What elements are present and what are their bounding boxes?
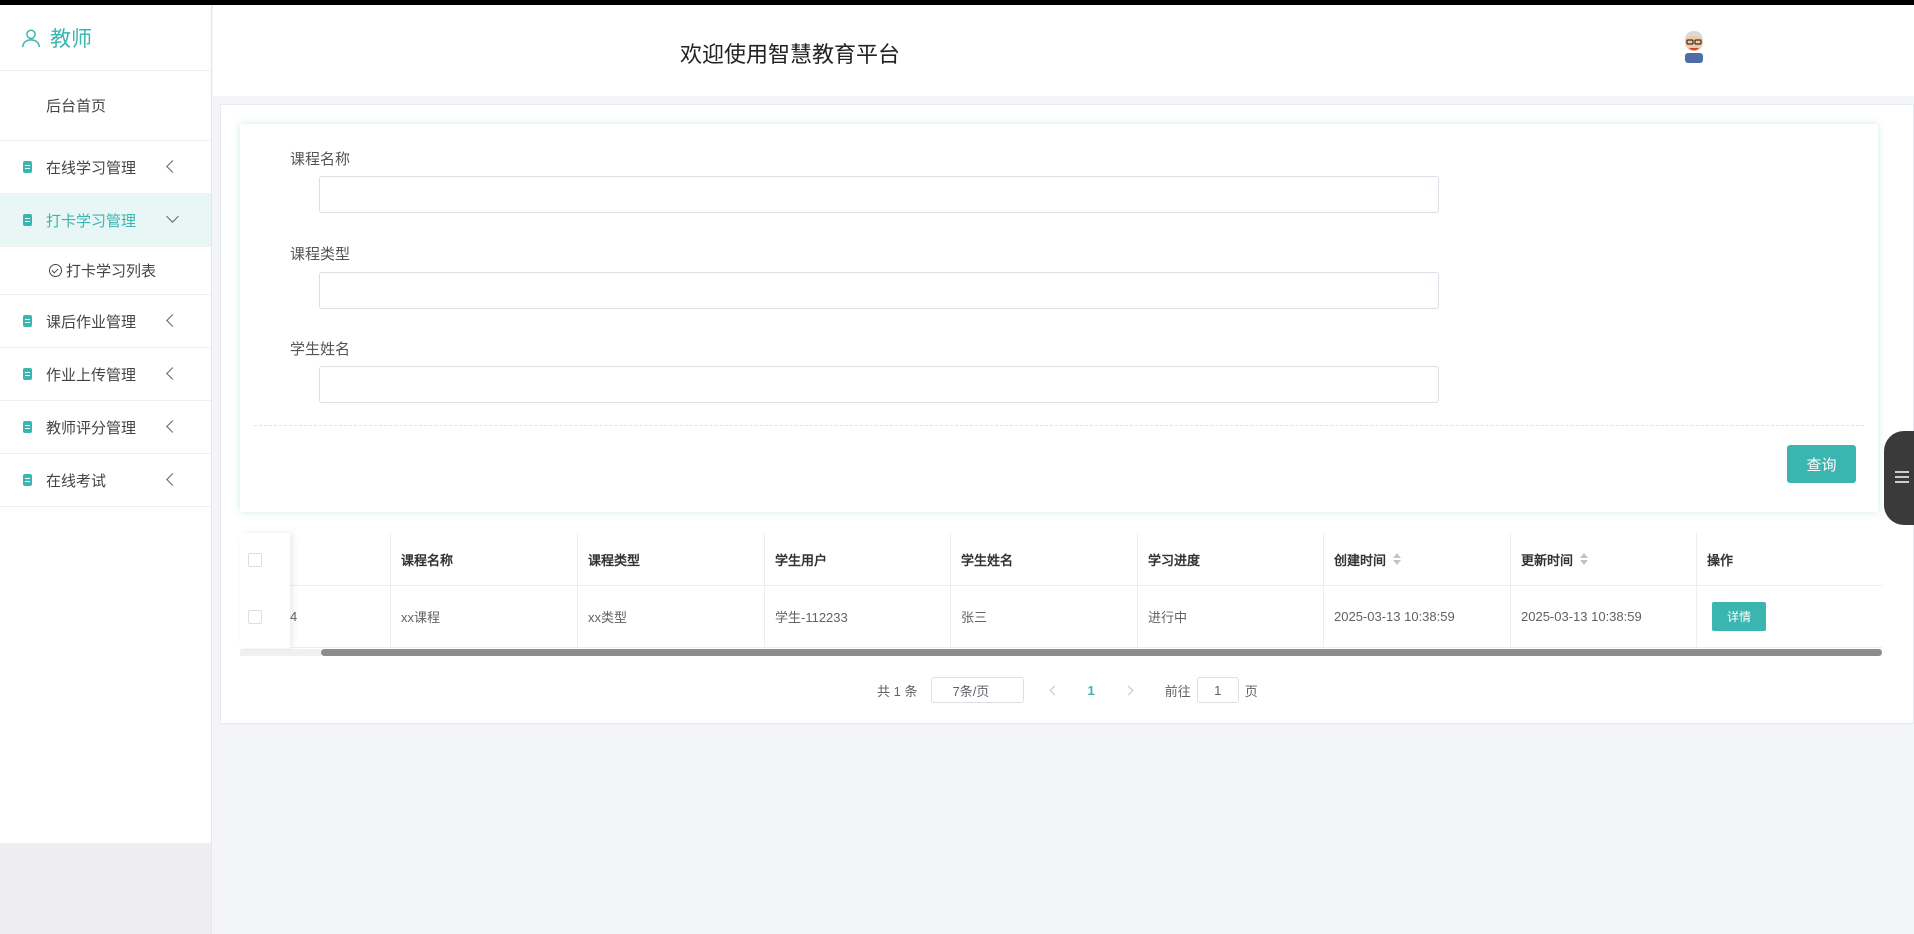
fixed-column-shadow bbox=[240, 533, 290, 648]
goto-page-input[interactable]: 1 bbox=[1196, 677, 1239, 703]
horizontal-scrollbar[interactable] bbox=[240, 649, 1882, 656]
page-title: 欢迎使用智慧教育平台 bbox=[680, 42, 901, 67]
sidebar-item-label: 打卡学习管理 bbox=[46, 212, 137, 230]
sidebar-item-home[interactable]: 后台首页 bbox=[0, 71, 211, 141]
table-row: 4 xx课程 xx类型 学生-112233 张三 进行中 2025-03-13 … bbox=[240, 586, 1882, 648]
sidebar-item-label: 教师评分管理 bbox=[46, 419, 137, 437]
sort-icon[interactable] bbox=[1580, 553, 1589, 565]
document-icon bbox=[23, 368, 32, 380]
goto-prefix: 前往 bbox=[1164, 683, 1191, 699]
check-circle-icon bbox=[49, 264, 62, 277]
sidebar-item-label: 后台首页 bbox=[46, 98, 107, 115]
course-type-input[interactable] bbox=[319, 272, 1439, 309]
sidebar-item-online-exam[interactable]: 在线考试 bbox=[0, 454, 211, 507]
document-icon bbox=[23, 474, 32, 486]
sidebar-item-label: 作业上传管理 bbox=[46, 366, 137, 384]
sidebar-item-label: 在线学习管理 bbox=[46, 159, 137, 177]
chevron-left-icon bbox=[166, 367, 179, 380]
header: 欢迎使用智慧教育平台 bbox=[213, 5, 1914, 96]
form-divider bbox=[254, 425, 1864, 426]
cell-progress: 进行中 bbox=[1137, 586, 1323, 647]
sidebar-subitem-checkin-list[interactable]: 打卡学习列表 bbox=[0, 247, 211, 295]
sidebar-brand: 教师 bbox=[0, 5, 211, 71]
cell-course-name: xx课程 bbox=[390, 586, 577, 647]
header-cell-course-type: 课程类型 bbox=[577, 533, 764, 585]
chevron-down-icon bbox=[166, 210, 179, 223]
document-icon bbox=[23, 315, 32, 327]
sidebar-item-teacher-scoring[interactable]: 教师评分管理 bbox=[0, 401, 211, 454]
scrollbar-thumb[interactable] bbox=[321, 649, 1882, 656]
user-icon bbox=[22, 28, 40, 47]
sidebar-role-title: 教师 bbox=[50, 27, 92, 51]
row-checkbox[interactable] bbox=[248, 610, 262, 624]
chevron-left-icon bbox=[166, 473, 179, 486]
cell-student-user: 学生-112233 bbox=[764, 586, 950, 647]
page-size-select[interactable]: 7条/页 bbox=[931, 677, 1025, 703]
page-number-current[interactable]: 1 bbox=[1087, 683, 1094, 698]
document-icon bbox=[23, 421, 32, 433]
header-label: 更新时间 bbox=[1521, 552, 1574, 568]
course-name-label: 课程名称 bbox=[290, 151, 351, 168]
document-icon bbox=[23, 161, 32, 173]
query-button[interactable]: 查询 bbox=[1787, 445, 1856, 483]
menu-lines-icon bbox=[1895, 471, 1909, 473]
cell-course-type: xx类型 bbox=[577, 586, 764, 647]
pagination: 共 1 条 7条/页 1 前往 1 页 bbox=[877, 677, 1258, 703]
sidebar-item-homework[interactable]: 课后作业管理 bbox=[0, 295, 211, 348]
header-cell-actions: 操作 bbox=[1696, 533, 1882, 585]
sidebar-footer-area bbox=[0, 843, 212, 934]
avatar[interactable] bbox=[1679, 27, 1709, 63]
data-table: 课程名称 课程类型 学生用户 学生姓名 学习进度 创建时间 更新时间 操作 4 … bbox=[240, 533, 1882, 655]
table-header: 课程名称 课程类型 学生用户 学生姓名 学习进度 创建时间 更新时间 操作 bbox=[240, 533, 1882, 586]
sort-icon[interactable] bbox=[1393, 553, 1402, 565]
sidebar: 教师 后台首页 在线学习管理 打卡学习管理 打卡学习列表 课后作业管理 作业上传… bbox=[0, 5, 212, 843]
sidebar-item-online-learning[interactable]: 在线学习管理 bbox=[0, 141, 211, 194]
course-name-input[interactable] bbox=[319, 176, 1439, 213]
cell-created: 2025-03-13 10:38:59 bbox=[1323, 586, 1510, 647]
pagination-total: 共 1 条 bbox=[877, 683, 918, 699]
student-name-input[interactable] bbox=[319, 366, 1439, 403]
chevron-right-icon[interactable] bbox=[1123, 685, 1134, 695]
sidebar-item-homework-upload[interactable]: 作业上传管理 bbox=[0, 348, 211, 401]
header-cell-student-user: 学生用户 bbox=[764, 533, 950, 585]
header-cell-updated[interactable]: 更新时间 bbox=[1510, 533, 1696, 585]
floating-menu-tab[interactable] bbox=[1884, 431, 1914, 525]
header-cell-progress: 学习进度 bbox=[1137, 533, 1323, 585]
chevron-left-icon[interactable] bbox=[1050, 685, 1060, 695]
cell-student-name: 张三 bbox=[950, 586, 1137, 647]
sidebar-item-label: 课后作业管理 bbox=[46, 313, 137, 331]
sidebar-item-checkin-learning[interactable]: 打卡学习管理 bbox=[0, 194, 211, 247]
select-all-checkbox[interactable] bbox=[248, 553, 262, 567]
detail-button[interactable]: 详情 bbox=[1712, 602, 1766, 631]
course-type-label: 课程类型 bbox=[290, 246, 351, 263]
header-cell-course-name: 课程名称 bbox=[390, 533, 577, 585]
cell-id-fragment: 4 bbox=[290, 609, 298, 624]
header-cell-created[interactable]: 创建时间 bbox=[1323, 533, 1510, 585]
goto-suffix: 页 bbox=[1244, 683, 1258, 699]
cell-updated: 2025-03-13 10:38:59 bbox=[1510, 586, 1696, 647]
student-name-label: 学生姓名 bbox=[290, 341, 351, 358]
sidebar-subitem-label: 打卡学习列表 bbox=[66, 263, 157, 280]
chevron-left-icon bbox=[166, 160, 179, 173]
document-icon bbox=[23, 214, 32, 226]
chevron-left-icon bbox=[166, 420, 179, 433]
sidebar-item-label: 在线考试 bbox=[46, 472, 107, 490]
header-cell-student-name: 学生姓名 bbox=[950, 533, 1137, 585]
chevron-left-icon bbox=[166, 314, 179, 327]
cell-actions: 详情 bbox=[1696, 586, 1882, 647]
header-cell-id bbox=[290, 533, 380, 585]
header-label: 创建时间 bbox=[1334, 552, 1387, 568]
